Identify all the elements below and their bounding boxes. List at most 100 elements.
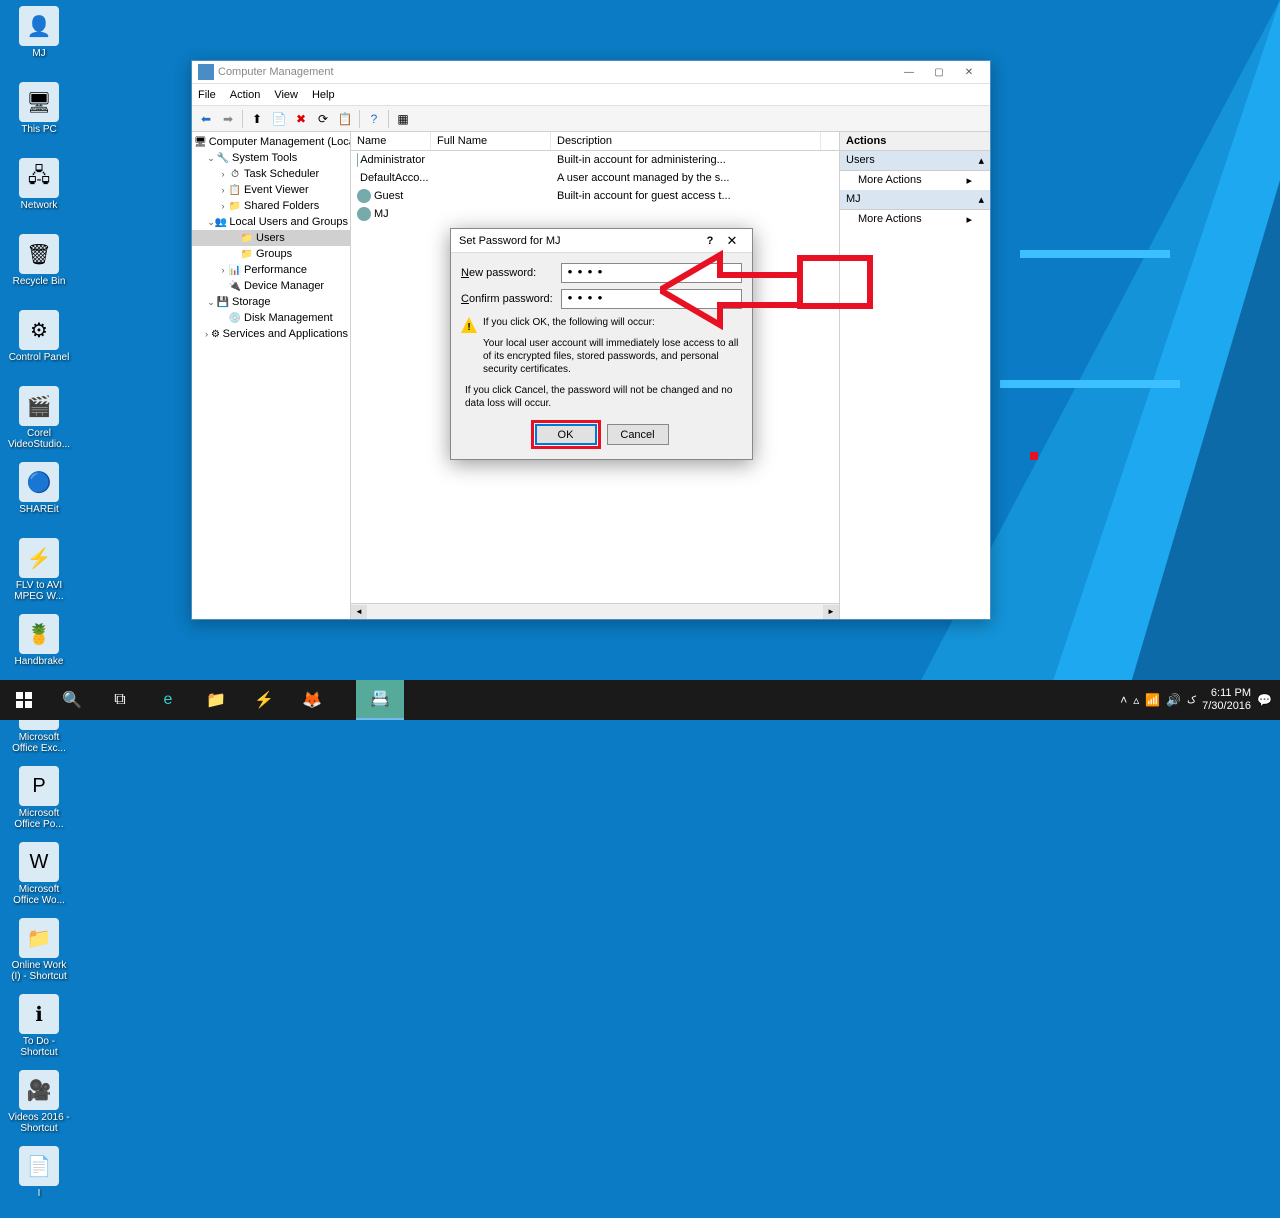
icon-label: Microsoft Office Exc... [6,732,72,754]
column-header[interactable]: Full Name [431,132,551,150]
desktop-icon[interactable]: 🖧Network [6,158,72,230]
refresh-button[interactable]: ⟳ [313,109,333,129]
minimize-button[interactable]: — [894,62,924,83]
desktop-icon[interactable]: ℹTo Do - Shortcut [6,994,72,1066]
desktop-icon[interactable]: 🎥Videos 2016 - Shortcut [6,1070,72,1142]
wifi-icon[interactable]: 📶 [1145,693,1160,707]
tree-item[interactable]: ›⏱Task Scheduler [192,166,350,182]
cancel-button[interactable]: Cancel [607,424,669,445]
desktop-icon[interactable]: 📁Online Work (I) - Shortcut [6,918,72,990]
desktop-icon[interactable]: 🎬Corel VideoStudio... [6,386,72,458]
start-button[interactable] [0,680,48,720]
winamp-button[interactable]: ⚡ [240,680,288,720]
icon-label: Microsoft Office Wo... [6,884,72,906]
menu-help[interactable]: Help [312,89,335,101]
desktop-icon[interactable]: 🖥This PC [6,82,72,154]
column-header[interactable]: Description [551,132,821,150]
expand-icon[interactable]: › [218,201,228,211]
tree-item[interactable]: 🖥Computer Management (Local [192,134,350,150]
scroll-left-button[interactable]: ◄ [351,605,367,619]
icon-glyph: 🗑 [19,234,59,274]
tree-item[interactable]: ›📋Event Viewer [192,182,350,198]
tree-item[interactable]: ⌄👥Local Users and Groups [192,214,350,230]
tree-label: Task Scheduler [244,168,319,180]
toolbar: ⬅ ➡ ⬆ 📄 ✖ ⟳ 📋 ? ▦ [192,106,990,132]
expand-icon[interactable]: › [203,329,210,339]
up-button[interactable]: ⬆ [247,109,267,129]
user-row[interactable]: GuestBuilt-in account for guest access t… [351,187,839,205]
icon-label: SHAREit [19,504,58,515]
desktop-icon[interactable]: 🗑Recycle Bin [6,234,72,306]
h-scrollbar[interactable]: ◄ ► [351,603,839,619]
file-explorer-button[interactable]: 📁 [192,680,240,720]
volume-icon[interactable]: 🔊 [1166,693,1181,707]
computer-management-task[interactable]: 📇 [356,680,404,720]
expand-icon[interactable]: › [218,265,228,275]
expand-icon[interactable]: ⌄ [206,153,216,164]
actions-group-users[interactable]: Users▴ [840,151,990,171]
actions-group-mj[interactable]: MJ▴ [840,190,990,210]
warning-heading: If you click OK, the following will occu… [483,317,655,333]
expand-icon[interactable]: ⌄ [206,297,216,308]
confirm-password-input[interactable] [561,289,742,309]
expand-icon[interactable]: › [218,185,228,195]
desktop-icon[interactable]: 🍍Handbrake [6,614,72,686]
desktop-icon[interactable]: 📄I [6,1146,72,1218]
user-row[interactable]: AdministratorBuilt-in account for admini… [351,151,839,169]
desktop-icon[interactable]: PMicrosoft Office Po... [6,766,72,838]
menu-view[interactable]: View [274,89,298,101]
icon-glyph: 👤 [19,6,59,46]
task-view-button[interactable]: ⧉ [96,680,144,720]
desktop-icon[interactable]: ⚙Control Panel [6,310,72,382]
nav-back-button[interactable]: ⬅ [196,109,216,129]
properties-button[interactable]: 📄 [269,109,289,129]
expand-icon[interactable]: › [218,169,228,179]
tree-label: Performance [244,264,307,276]
new-password-input[interactable] [561,263,742,283]
dialog-help-button[interactable]: ? [700,235,720,247]
edge-button[interactable]: e [144,680,192,720]
dialog-titlebar[interactable]: Set Password for MJ ? ✕ [451,229,752,253]
delete-button[interactable]: ✖ [291,109,311,129]
tree-item[interactable]: ⌄🔧System Tools [192,150,350,166]
menu-action[interactable]: Action [230,89,261,101]
nav-forward-button[interactable]: ➡ [218,109,238,129]
language-icon[interactable]: ک [1187,695,1196,706]
user-row[interactable]: DefaultAcco...A user account managed by … [351,169,839,187]
tree-item[interactable]: 💿Disk Management [192,310,350,326]
tree-item[interactable]: 🔌Device Manager [192,278,350,294]
search-button[interactable]: 🔍 [48,680,96,720]
column-header[interactable]: Name [351,132,431,150]
user-row[interactable]: MJ [351,205,839,223]
tray-chevron-icon[interactable]: ˄ [1120,693,1127,707]
list-header[interactable]: NameFull NameDescription [351,132,839,151]
menu-file[interactable]: File [198,89,216,101]
tree-item[interactable]: ›📁Shared Folders [192,198,350,214]
tree-item[interactable]: 📁Users [192,230,350,246]
firefox-button[interactable]: 🦊 [288,680,336,720]
notifications-icon[interactable]: 💬 [1257,693,1272,707]
network-icon[interactable]: ▵ [1133,693,1139,707]
ok-button[interactable]: OK [535,424,597,445]
maximize-button[interactable]: ▢ [924,62,954,83]
desktop-icon[interactable]: ⚡FLV to AVI MPEG W... [6,538,72,610]
expand-icon[interactable]: ⌄ [207,217,215,228]
clock[interactable]: 6:11 PM 7/30/2016 [1202,687,1251,713]
desktop-icon[interactable]: 👤MJ [6,6,72,78]
desktop-icon[interactable]: WMicrosoft Office Wo... [6,842,72,914]
tree-item[interactable]: ›⚙Services and Applications [192,326,350,342]
tree-item[interactable]: ⌄💾Storage [192,294,350,310]
scroll-right-button[interactable]: ► [823,605,839,619]
tree-item[interactable]: 📁Groups [192,246,350,262]
tree-item[interactable]: ›📊Performance [192,262,350,278]
tree-pane[interactable]: 🖥Computer Management (Local⌄🔧System Tool… [192,132,351,619]
more-actions-users[interactable]: More Actions▸ [840,171,990,190]
close-button[interactable]: ✕ [954,62,984,83]
help-button[interactable]: ? [364,109,384,129]
more-actions-mj[interactable]: More Actions▸ [840,210,990,229]
extra-button[interactable]: ▦ [393,109,413,129]
dialog-close-button[interactable]: ✕ [720,233,744,249]
export-button[interactable]: 📋 [335,109,355,129]
mmc-titlebar[interactable]: Computer Management — ▢ ✕ [192,61,990,84]
desktop-icon[interactable]: 🔵SHAREit [6,462,72,534]
